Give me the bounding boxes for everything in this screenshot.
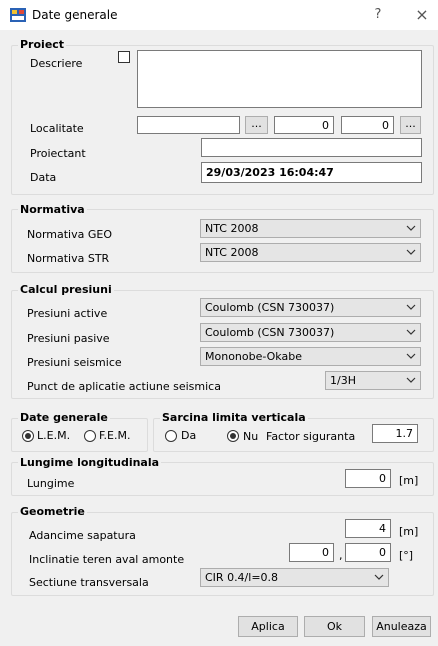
window-title: Date generale: [32, 8, 118, 22]
sectiune-label: Sectiune transversala: [29, 576, 149, 589]
fem-label: F.E.M.: [99, 429, 131, 442]
chevron-down-icon: [374, 574, 384, 580]
chevron-down-icon: [406, 249, 416, 255]
proiect-legend: Proiect: [18, 38, 67, 51]
fem-radio[interactable]: [84, 430, 96, 442]
normativa-geo-value: NTC 2008: [205, 222, 259, 235]
chevron-down-icon: [406, 377, 416, 383]
inclinatie-label: Inclinatie teren aval amonte: [29, 553, 185, 566]
presiuni-seismice-select[interactable]: Mononobe-Okabe: [200, 347, 421, 366]
descriere-textarea[interactable]: [137, 50, 422, 108]
help-button[interactable]: ?: [367, 4, 389, 26]
localitate-browse-button[interactable]: ...: [245, 116, 268, 134]
sectiune-select[interactable]: CIR 0.4/l=0.8: [200, 568, 389, 587]
coord-y-input[interactable]: 0: [341, 116, 394, 134]
localitate-label: Localitate: [30, 122, 84, 135]
punct-aplicatie-select[interactable]: 1/3H: [325, 371, 421, 390]
normativa-geo-label: Normativa GEO: [27, 228, 112, 241]
calcul-legend: Calcul presiuni: [18, 283, 114, 296]
presiuni-pasive-select[interactable]: Coulomb (CSN 730037): [200, 323, 421, 342]
app-icon: [10, 8, 26, 22]
normativa-geo-select[interactable]: NTC 2008: [200, 219, 421, 238]
chevron-down-icon: [406, 304, 416, 310]
anuleaza-button[interactable]: Anuleaza: [372, 616, 431, 637]
normativa-legend: Normativa: [18, 203, 87, 216]
geometrie-legend: Geometrie: [18, 505, 87, 518]
aplica-button[interactable]: Aplica: [238, 616, 298, 637]
normativa-str-label: Normativa STR: [27, 252, 110, 265]
sarcina-da-label: Da: [181, 429, 197, 442]
proiectant-label: Proiectant: [30, 147, 86, 160]
inclinatie-unit: [°]: [399, 549, 414, 562]
lem-radio[interactable]: [22, 430, 34, 442]
lungime-unit: [m]: [399, 474, 419, 487]
chevron-down-icon: [406, 329, 416, 335]
punct-aplicatie-label: Punct de aplicatie actiune seismica: [27, 380, 221, 393]
localitate-input[interactable]: [137, 116, 240, 134]
presiuni-seismice-value: Mononobe-Okabe: [205, 350, 302, 363]
inclinatie-amonte-input[interactable]: 0: [345, 543, 391, 562]
data-input[interactable]: 29/03/2023 16:04:47: [201, 162, 422, 183]
close-button[interactable]: ×: [411, 4, 433, 26]
sarcina-da-radio[interactable]: [165, 430, 177, 442]
factor-siguranta-label: Factor siguranta: [266, 430, 356, 443]
coord-x-input[interactable]: 0: [274, 116, 334, 134]
descriere-checkbox[interactable]: [118, 51, 130, 63]
presiuni-active-select[interactable]: Coulomb (CSN 730037): [200, 298, 421, 317]
lungime-label: Lungime: [27, 477, 75, 490]
sarcina-nu-label: Nu: [243, 430, 259, 443]
proiectant-input[interactable]: [201, 138, 422, 157]
presiuni-pasive-value: Coulomb (CSN 730037): [205, 326, 335, 339]
presiuni-seismice-label: Presiuni seismice: [27, 356, 122, 369]
coord-browse-button[interactable]: ...: [400, 116, 421, 134]
adancime-label: Adancime sapatura: [29, 529, 136, 542]
normativa-str-select[interactable]: NTC 2008: [200, 243, 421, 262]
descriere-label: Descriere: [30, 57, 83, 70]
adancime-unit: [m]: [399, 525, 419, 538]
sarcina-nu-radio[interactable]: [227, 430, 239, 442]
presiuni-active-label: Presiuni active: [27, 307, 108, 320]
data-label: Data: [30, 171, 57, 184]
chevron-down-icon: [406, 225, 416, 231]
chevron-down-icon: [406, 353, 416, 359]
sarcina-legend: Sarcina limita verticala: [160, 411, 308, 424]
adancime-input[interactable]: 4: [345, 519, 391, 538]
sectiune-value: CIR 0.4/l=0.8: [205, 571, 279, 584]
inclinatie-aval-input[interactable]: 0: [289, 543, 334, 562]
punct-aplicatie-value: 1/3H: [330, 374, 356, 387]
lungime-legend: Lungime longitudinala: [18, 456, 162, 469]
lem-label: L.E.M.: [37, 429, 71, 442]
presiuni-pasive-label: Presiuni pasive: [27, 332, 110, 345]
date-generale-legend: Date generale: [18, 411, 110, 424]
normativa-str-value: NTC 2008: [205, 246, 259, 259]
ok-button[interactable]: Ok: [304, 616, 365, 637]
inclinatie-separator: ,: [339, 549, 343, 562]
lungime-input[interactable]: 0: [345, 469, 391, 488]
presiuni-active-value: Coulomb (CSN 730037): [205, 301, 335, 314]
factor-siguranta-input[interactable]: 1.7: [372, 424, 418, 443]
